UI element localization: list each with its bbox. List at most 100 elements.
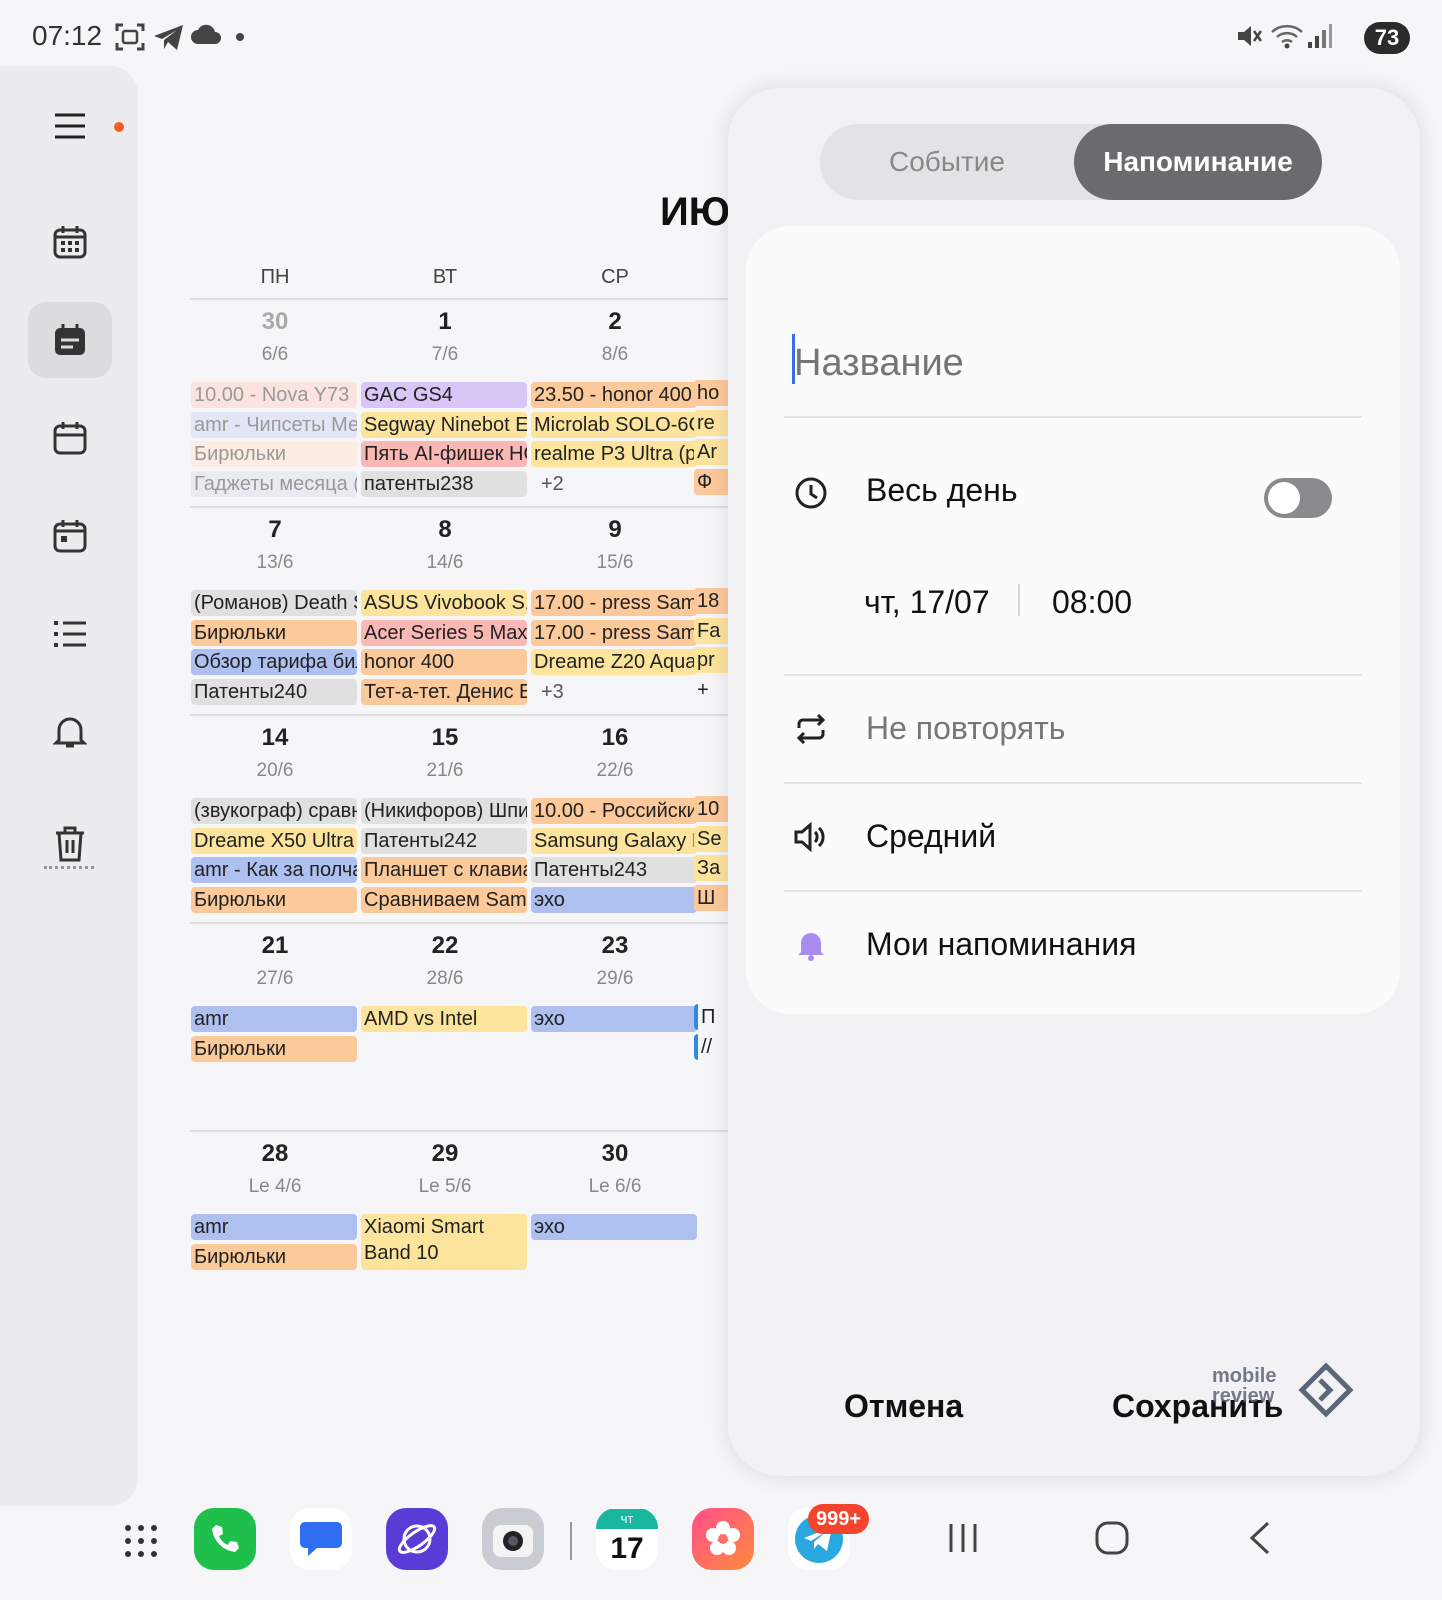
reminder-list-option[interactable]: Мои напоминания: [866, 926, 1136, 963]
event-chip[interactable]: amr - Как за полча: [191, 857, 357, 883]
rail-month-list-view[interactable]: [28, 302, 112, 378]
event-chip[interactable]: realme P3 Ultra (p: [531, 441, 697, 467]
event-chip[interactable]: GAC GS4: [361, 382, 527, 408]
day-cell[interactable]: 9 15/6 17.00 - press Sams 17.00 - press Sam…: [530, 508, 700, 718]
day-cell[interactable]: 14 20/6 (звукограф) сравн Dreame X50 Ultra a…: [190, 716, 360, 926]
camera-app[interactable]: [482, 1508, 544, 1570]
event-chip[interactable]: 17.00 - press Sams: [531, 619, 697, 646]
apps-grid-icon[interactable]: [124, 1524, 158, 1558]
event-chip[interactable]: Dreame X50 Ultra: [191, 827, 357, 854]
event-chip[interactable]: Пять AI-фишек HO: [361, 441, 527, 467]
rail-month-view[interactable]: [28, 204, 112, 280]
event-chip[interactable]: эхо: [531, 886, 697, 913]
event-chip[interactable]: Патенты240: [191, 678, 357, 705]
event-chip[interactable]: Патенты243: [531, 857, 697, 883]
event-chip[interactable]: Бирюльки: [191, 619, 357, 646]
all-day-toggle[interactable]: [1264, 478, 1332, 518]
day-cell[interactable]: 23 29/6 эхо: [530, 924, 700, 1134]
clipped-event-chip[interactable]: Ar: [694, 439, 730, 465]
event-chip[interactable]: (Романов) Death S: [191, 590, 357, 616]
rail-week-view[interactable]: [28, 400, 112, 476]
browser-app[interactable]: [386, 1508, 448, 1570]
event-chip[interactable]: Гаджеты месяца (: [191, 470, 357, 497]
event-chip[interactable]: amr: [191, 1214, 357, 1240]
event-chip[interactable]: Обзор тарифа бил: [191, 649, 357, 675]
messages-app[interactable]: [290, 1508, 352, 1570]
rail-reminders[interactable]: [28, 694, 112, 770]
event-chip[interactable]: Segway Ninebot E: [361, 411, 527, 438]
event-chip[interactable]: (звукограф) сравн: [191, 798, 357, 824]
event-chip[interactable]: Сравниваем Sams: [361, 886, 527, 913]
event-chip[interactable]: Бирюльки: [191, 886, 357, 913]
cancel-button[interactable]: Отмена: [844, 1388, 963, 1425]
event-chip[interactable]: Бирюльки: [191, 1035, 357, 1062]
rail-trash[interactable]: [28, 806, 112, 882]
event-chip[interactable]: Бирюльки: [191, 1243, 357, 1270]
gallery-app[interactable]: [692, 1508, 754, 1570]
date-field[interactable]: чт, 17/07: [864, 584, 990, 621]
day-cell[interactable]: 15 21/6 (Никифоров) Шпи Патенты242 Планшет с…: [360, 716, 530, 926]
event-chip[interactable]: эхо: [531, 1006, 697, 1032]
event-chip[interactable]: (Никифоров) Шпи: [361, 798, 527, 824]
tab-event[interactable]: Событие: [820, 124, 1074, 200]
event-chip[interactable]: ASUS Vivobook S1: [361, 590, 527, 616]
menu-button[interactable]: [28, 88, 124, 164]
event-chip[interactable]: 17.00 - press Sams: [531, 590, 697, 616]
day-cell[interactable]: 30 6/6 10.00 - Nova Y73 amr - Чипсеты Ме Бир…: [190, 300, 360, 510]
clipped-event-chip[interactable]: ho: [694, 380, 730, 406]
rail-list-view[interactable]: [28, 596, 112, 672]
event-chip[interactable]: Microlab SOLO-6C: [531, 411, 697, 438]
clipped-event-chip[interactable]: Fa: [694, 617, 730, 644]
home-icon[interactable]: [1094, 1520, 1130, 1556]
back-icon[interactable]: [1246, 1520, 1274, 1556]
event-chip[interactable]: Xiaomi Smart Band 10: [361, 1214, 527, 1270]
event-chip[interactable]: 10.00 - Российски: [531, 798, 697, 824]
day-cell[interactable]: 1 7/6 GAC GS4 Segway Ninebot E Пять AI-фишек…: [360, 300, 530, 510]
day-cell[interactable]: 28 Le 4/6 amr Бирюльки: [190, 1132, 360, 1310]
clipped-event-chip[interactable]: 10: [694, 796, 730, 822]
event-chip[interactable]: AMD vs Intel: [361, 1006, 527, 1032]
clipped-event-chip[interactable]: За: [694, 855, 730, 881]
event-chip[interactable]: Планшет с клавиа: [361, 857, 527, 883]
event-chip[interactable]: Acer Series 5 Max: [361, 619, 527, 646]
event-chip[interactable]: Бирюльки: [191, 441, 357, 467]
event-chip[interactable]: amr - Чипсеты Ме: [191, 411, 357, 438]
time-field[interactable]: 08:00: [1052, 584, 1132, 621]
clipped-event-chip[interactable]: Se: [694, 825, 730, 852]
rail-day-view[interactable]: [28, 498, 112, 574]
event-chip[interactable]: Dreame Z20 Aqua: [531, 649, 697, 675]
clipped-event-chip[interactable]: Ф: [694, 468, 730, 495]
clipped-event-chip[interactable]: П: [694, 1004, 730, 1030]
event-chip[interactable]: Samsung Galaxy E: [531, 827, 697, 854]
day-cell[interactable]: 7 13/6 (Романов) Death S Бирюльки Обзор тари…: [190, 508, 360, 718]
event-chip[interactable]: патенты238: [361, 470, 527, 497]
day-cell[interactable]: 29 Le 5/6 Xiaomi Smart Band 10: [360, 1132, 530, 1310]
title-input[interactable]: [794, 338, 1354, 388]
day-cell[interactable]: 2 8/6 23.50 - honor 400 Microlab SOLO-6C rea…: [530, 300, 700, 510]
event-chip[interactable]: 23.50 - honor 400: [531, 382, 697, 408]
event-chip[interactable]: amr: [191, 1006, 357, 1032]
more-events-indicator[interactable]: +3: [531, 679, 697, 705]
clipped-event-chip[interactable]: +: [694, 677, 730, 703]
priority-option[interactable]: Средний: [866, 818, 996, 855]
more-events-indicator[interactable]: +2: [531, 471, 697, 497]
clipped-event-chip[interactable]: re: [694, 409, 730, 436]
clipped-event-chip[interactable]: //: [694, 1033, 730, 1060]
event-chip[interactable]: Тет-а-тет. Денис Е: [361, 678, 527, 705]
repeat-option[interactable]: Не повторять: [866, 710, 1065, 747]
clipped-event-chip[interactable]: 18: [694, 588, 730, 614]
day-cell[interactable]: 22 28/6 AMD vs Intel: [360, 924, 530, 1134]
day-cell[interactable]: 8 14/6 ASUS Vivobook S1 Acer Series 5 Max ho…: [360, 508, 530, 718]
event-chip[interactable]: 10.00 - Nova Y73: [191, 382, 357, 408]
phone-app[interactable]: [194, 1508, 256, 1570]
day-cell[interactable]: 30 Le 6/6 эхо: [530, 1132, 700, 1310]
event-chip[interactable]: эхо: [531, 1214, 697, 1240]
event-chip[interactable]: honor 400: [361, 649, 527, 675]
day-cell[interactable]: 21 27/6 amr Бирюльки: [190, 924, 360, 1134]
tab-reminder[interactable]: Напоминание: [1074, 124, 1322, 200]
clipped-event-chip[interactable]: Ш: [694, 884, 730, 911]
calendar-app[interactable]: чт 17: [596, 1508, 658, 1570]
recent-apps-icon[interactable]: [946, 1520, 980, 1556]
clipped-event-chip[interactable]: pr: [694, 647, 730, 673]
day-cell[interactable]: 16 22/6 10.00 - Российски Samsung Galaxy E П…: [530, 716, 700, 926]
